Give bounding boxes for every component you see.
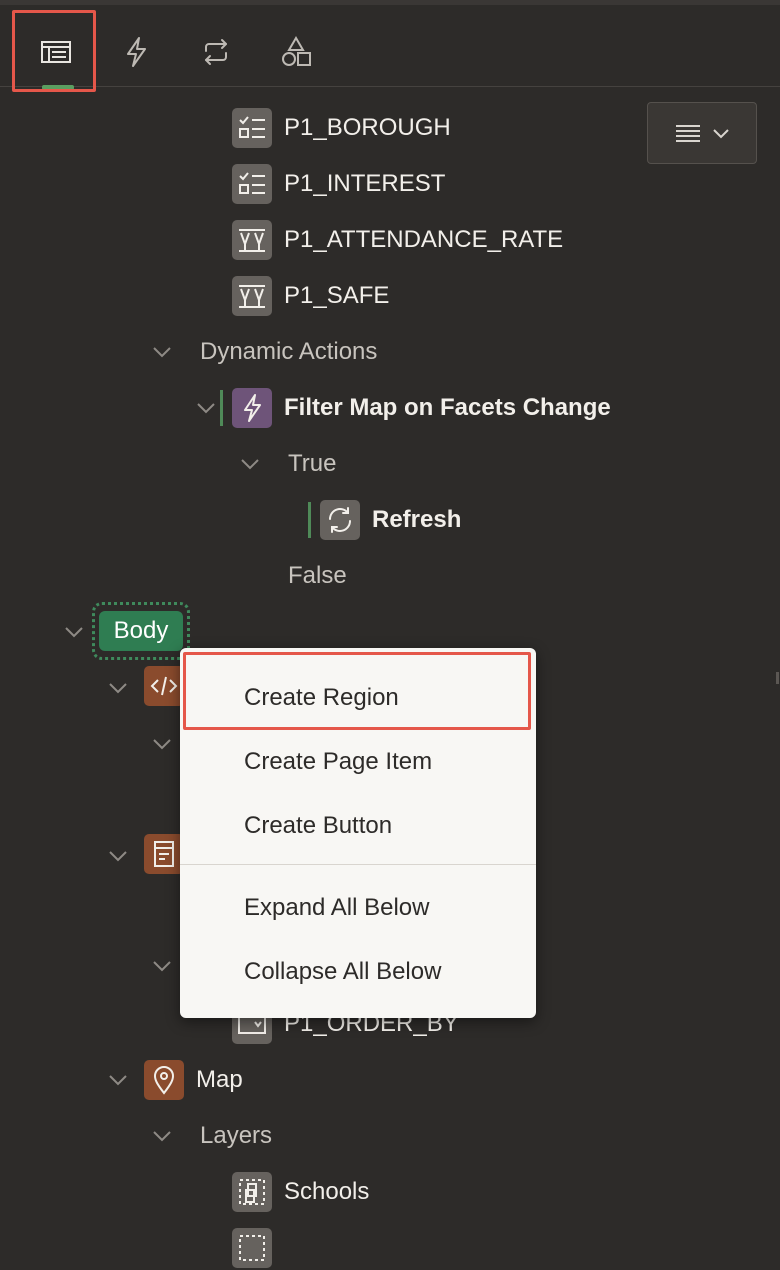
body-badge-label: Body [98, 611, 184, 651]
chevron-down-icon[interactable] [106, 844, 130, 868]
selection-bar [308, 502, 311, 538]
code-icon [144, 666, 184, 706]
checkbox-list-icon [232, 164, 272, 204]
tree-group-label: Layers [200, 1122, 273, 1149]
chevron-down-icon[interactable] [194, 396, 218, 420]
chevron-down-icon[interactable] [150, 732, 174, 756]
menu-highlight-box [183, 652, 531, 730]
map-pin-icon [144, 1060, 184, 1100]
menu-item-create-page-item[interactable]: Create Page Item [180, 732, 536, 792]
hamburger-menu-icon [676, 125, 700, 142]
tree-item-attendance-rate[interactable]: P1_ATTENDANCE_RATE [232, 218, 563, 262]
tree-menu-button[interactable] [647, 102, 757, 164]
tree-group-true[interactable]: True [288, 442, 336, 486]
top-border [0, 0, 780, 5]
tree-item-label: P1_ATTENDANCE_RATE [284, 226, 564, 253]
menu-item-collapse-all-below[interactable]: Collapse All Below [180, 942, 536, 1002]
tree-item-label: Schools [284, 1178, 370, 1205]
tree-group-label: True [288, 450, 337, 477]
tree-item-label: P1_SAFE [284, 282, 390, 309]
tree-item-filter-map[interactable]: Filter Map on Facets Change [220, 386, 611, 430]
tree-item-next-layer[interactable] [232, 1226, 284, 1270]
tab-highlight-box [12, 10, 96, 92]
tree-item-safe[interactable]: P1_SAFE [232, 274, 389, 318]
menu-separator [180, 864, 536, 865]
document-icon [144, 834, 184, 874]
refresh-arrows-icon [205, 39, 227, 65]
tab-processing[interactable] [174, 12, 258, 92]
tab-shared-components[interactable] [254, 12, 338, 92]
tab-strip [0, 0, 780, 90]
tree-item-label: Map [196, 1066, 243, 1093]
tree-group-dynamic-actions[interactable]: Dynamic Actions [200, 330, 377, 374]
chevron-down-icon[interactable] [150, 340, 174, 364]
checkbox-list-icon [232, 108, 272, 148]
tree-group-label: False [288, 562, 347, 589]
tree-item-label: P1_INTEREST [284, 170, 446, 197]
tree-item-borough[interactable]: P1_BOROUGH [232, 106, 451, 150]
map-layer-icon [232, 1228, 272, 1268]
chevron-down-icon[interactable] [106, 676, 130, 700]
tree-item-body[interactable]: Body [92, 602, 190, 660]
menu-item-expand-all-below[interactable]: Expand All Below [180, 878, 536, 938]
tree-item-interest[interactable]: P1_INTEREST [232, 162, 445, 206]
chevron-down-icon[interactable] [62, 620, 86, 644]
tree-item-refresh[interactable]: Refresh [308, 498, 461, 542]
tree-item-label: Filter Map on Facets Change [284, 394, 611, 421]
tree-item-schools[interactable]: Schools [232, 1170, 369, 1214]
shapes-icon [282, 36, 311, 66]
tree-item-label: Refresh [372, 506, 462, 533]
refresh-icon [320, 500, 360, 540]
map-layer-icon [232, 1172, 272, 1212]
chevron-down-icon[interactable] [150, 954, 174, 978]
menu-item-create-button[interactable]: Create Button [180, 796, 536, 856]
chevron-down-icon[interactable] [150, 1124, 174, 1148]
selection-bar [220, 390, 223, 426]
chevron-down-icon [713, 129, 729, 139]
tab-dynamic-actions[interactable] [94, 12, 178, 92]
resize-handle[interactable] [776, 672, 779, 684]
tree-group-layers[interactable]: Layers [200, 1114, 272, 1158]
tree-item-label: P1_BOROUGH [284, 114, 451, 141]
lightning-icon [232, 388, 272, 428]
range-filter-icon [232, 220, 272, 260]
lightning-icon [127, 37, 146, 67]
chevron-down-icon[interactable] [238, 452, 262, 476]
tree-item-map[interactable]: Map [144, 1058, 243, 1102]
tree-group-label: Dynamic Actions [200, 338, 378, 365]
tree-group-false[interactable]: False [288, 554, 347, 598]
range-filter-icon [232, 276, 272, 316]
chevron-down-icon[interactable] [106, 1068, 130, 1092]
